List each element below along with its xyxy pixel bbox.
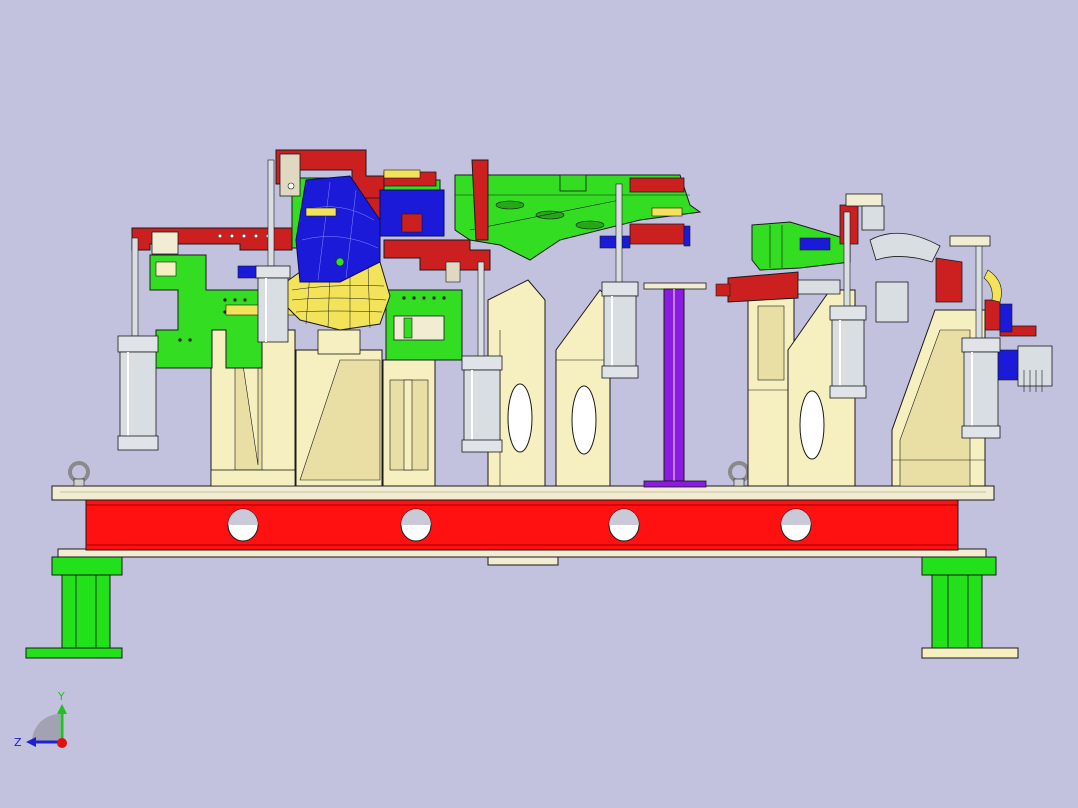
beam-hole: [780, 508, 812, 542]
yellow-shim: [305, 207, 337, 217]
left-leg[interactable]: [25, 556, 123, 659]
y-axis-label: Y: [57, 690, 65, 703]
pneumatic-cylinder[interactable]: [961, 239, 1001, 439]
center-support-post[interactable]: [643, 282, 707, 488]
cad-viewport[interactable]: Y Z: [0, 0, 1078, 808]
base-beam[interactable]: [57, 499, 987, 566]
center-green-bracket[interactable]: [385, 289, 463, 361]
right-green-housing[interactable]: [751, 221, 851, 271]
base-plate[interactable]: [51, 485, 995, 501]
fixture-model-view[interactable]: Y Z: [0, 0, 1078, 808]
beam-hole: [400, 508, 432, 542]
beam-hole: [227, 508, 259, 542]
support-block[interactable]: [555, 289, 611, 487]
pneumatic-cylinder[interactable]: [461, 261, 503, 453]
lifting-eye-icon: [728, 461, 750, 487]
right-leg[interactable]: [921, 556, 1019, 659]
support-block[interactable]: [747, 295, 795, 487]
axis-triad-icon: Y Z: [14, 690, 67, 749]
support-block[interactable]: [295, 329, 383, 487]
lifting-eye-icon: [68, 461, 90, 487]
z-axis-label: Z: [14, 736, 22, 749]
support-block[interactable]: [382, 359, 436, 487]
beam-hole: [608, 508, 640, 542]
yellow-shim: [651, 207, 683, 217]
yellow-shim: [383, 169, 421, 179]
